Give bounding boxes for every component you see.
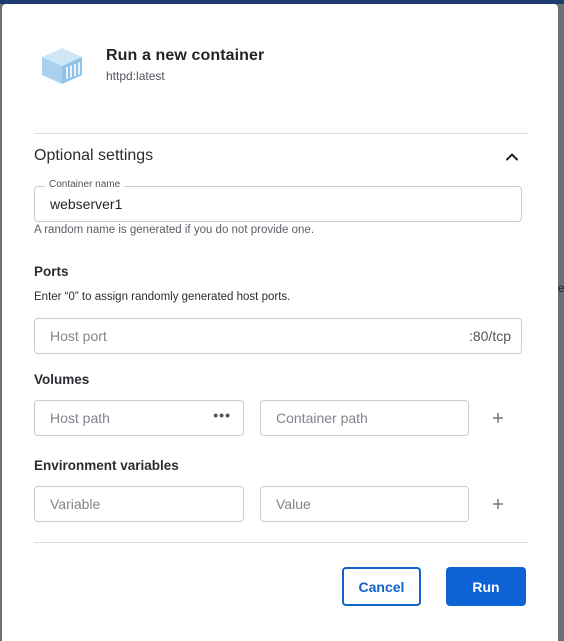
variable-placeholder: Variable bbox=[50, 496, 101, 512]
footer-divider bbox=[34, 542, 528, 543]
run-button[interactable]: Run bbox=[446, 567, 526, 606]
value-placeholder: Value bbox=[276, 496, 311, 512]
host-port-placeholder: Host port bbox=[50, 328, 107, 344]
dialog-header: Run a new container httpd:latest bbox=[40, 44, 520, 92]
container-name-label: Container name bbox=[45, 179, 125, 190]
container-port-suffix: :80/tcp bbox=[468, 328, 511, 344]
cancel-button[interactable]: Cancel bbox=[342, 567, 421, 606]
container-name-value[interactable]: webserver1 bbox=[50, 196, 122, 212]
background-window-glyph: e bbox=[558, 281, 564, 295]
chevron-up-icon[interactable] bbox=[504, 149, 520, 165]
ports-label: Ports bbox=[34, 264, 69, 279]
value-input[interactable]: Value bbox=[260, 486, 469, 522]
volumes-label: Volumes bbox=[34, 372, 90, 387]
header-divider bbox=[34, 133, 528, 134]
optional-settings-toggle[interactable]: Optional settings bbox=[34, 147, 522, 171]
more-horizontal-icon[interactable]: ••• bbox=[213, 407, 231, 423]
container-icon bbox=[42, 48, 82, 84]
host-path-placeholder: Host path bbox=[50, 410, 110, 426]
ports-hint: Enter “0” to assign randomly generated h… bbox=[34, 291, 291, 303]
container-path-input[interactable]: Container path bbox=[260, 400, 469, 436]
host-port-input[interactable]: Host port :80/tcp bbox=[34, 318, 522, 354]
image-name: httpd:latest bbox=[106, 69, 165, 83]
dialog-title: Run a new container bbox=[106, 47, 265, 64]
plus-icon[interactable] bbox=[490, 410, 506, 426]
container-name-helper: A random name is generated if you do not… bbox=[34, 224, 315, 236]
environment-variables-label: Environment variables bbox=[34, 458, 179, 473]
optional-settings-title: Optional settings bbox=[34, 147, 154, 164]
plus-icon[interactable] bbox=[490, 496, 506, 512]
host-path-input[interactable]: Host path ••• bbox=[34, 400, 244, 436]
container-path-placeholder: Container path bbox=[276, 410, 368, 426]
variable-input[interactable]: Variable bbox=[34, 486, 244, 522]
run-container-dialog: Run a new container httpd:latest Optiona… bbox=[2, 4, 558, 641]
container-name-field[interactable]: Container name webserver1 bbox=[34, 179, 522, 222]
